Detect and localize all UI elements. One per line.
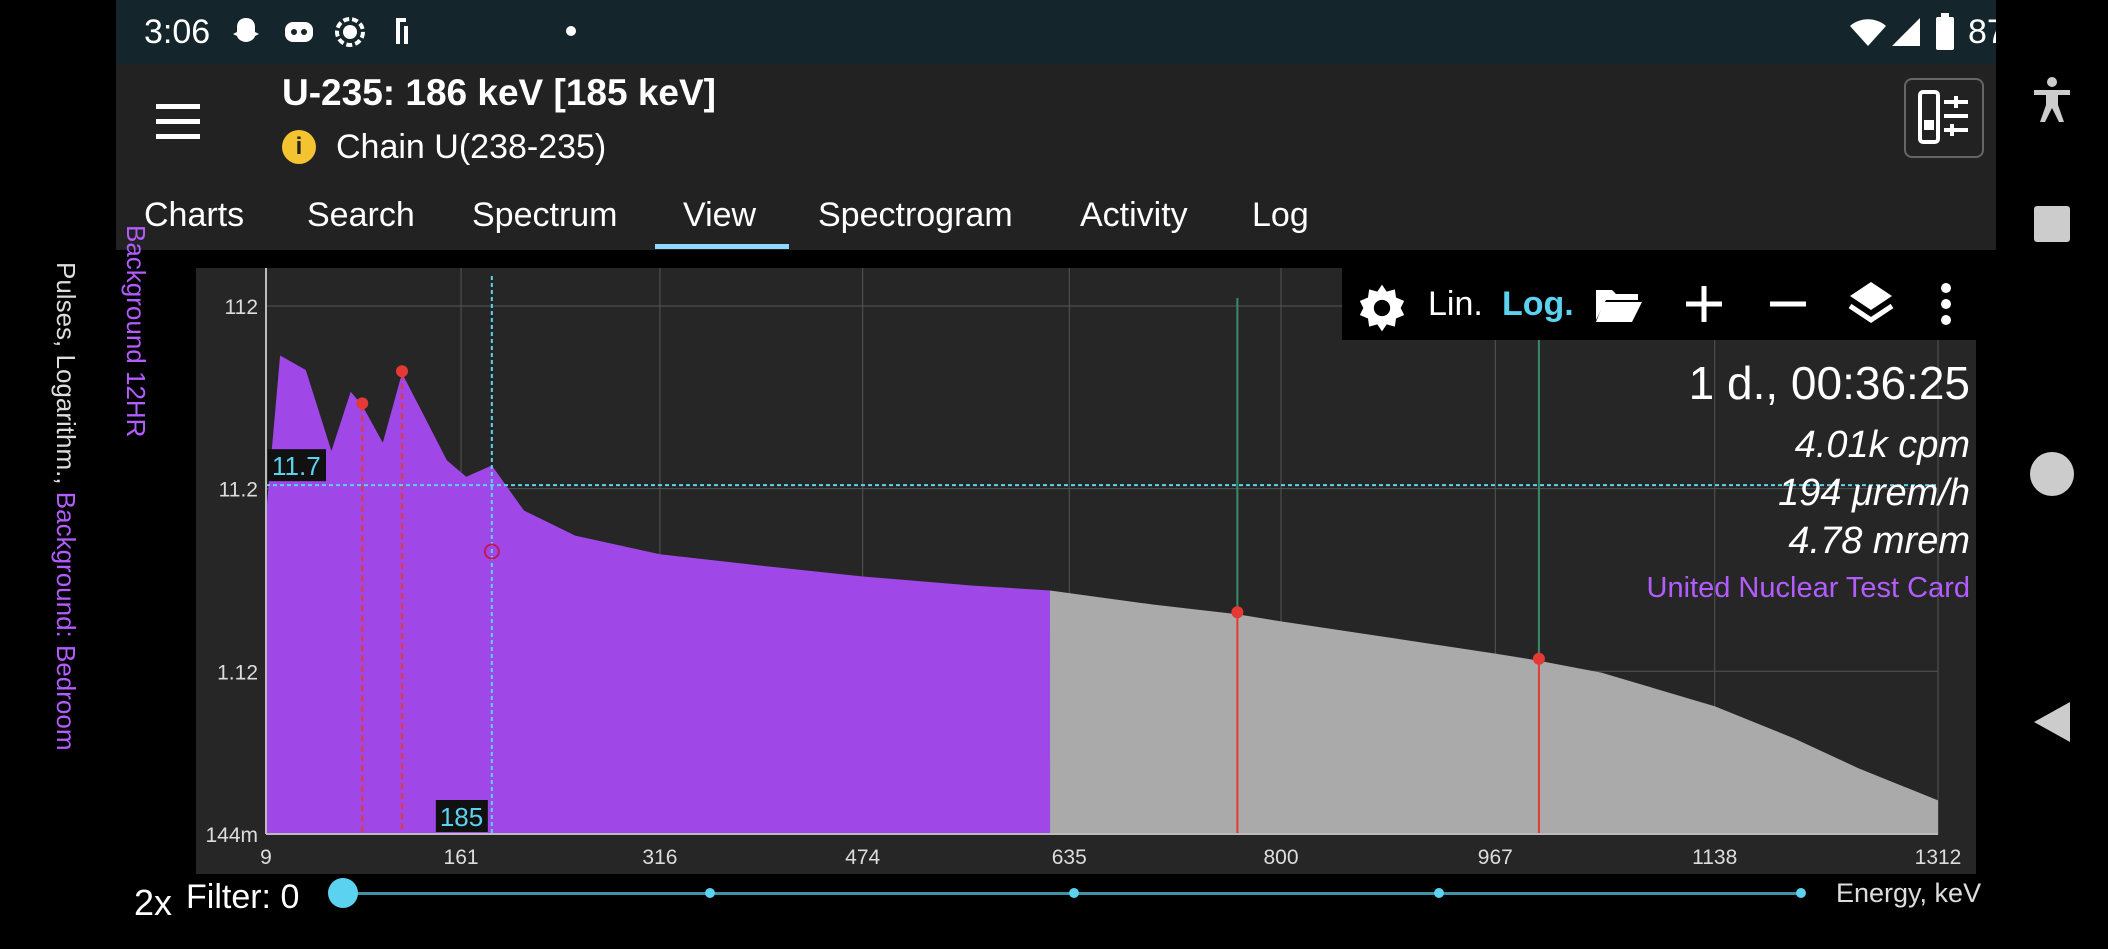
x-tick-label: 967 (1478, 846, 1513, 869)
peak-marker-dot (396, 365, 409, 378)
active-tab-indicator (655, 244, 789, 249)
wifi-icon (1848, 14, 1888, 55)
filter-slider-thumb[interactable] (328, 878, 358, 908)
tab-view[interactable]: View (683, 180, 756, 250)
tab-log[interactable]: Log (1252, 180, 1309, 250)
y-tick-label: 11.2 (219, 479, 258, 502)
back-button[interactable] (2032, 700, 2072, 749)
app-bar: U-235: 186 keV [185 keV] i Chain U(238-2… (116, 64, 1996, 180)
navigation-bar (1996, 0, 2108, 949)
x-tick-label: 9 (260, 846, 272, 869)
status-time: 3:06 (144, 13, 211, 51)
filter-slider-tick-3 (1434, 888, 1444, 898)
tab-spectrogram[interactable]: Spectrogram (818, 180, 1013, 250)
page-subtitle: Chain U(238-235) (336, 128, 607, 166)
tab-bar: Charts Search Spectrum View Spectrogram … (116, 180, 1996, 250)
cell-signal-icon (1890, 14, 1922, 55)
accumulated-dose: 4.78 mrem (1788, 520, 1970, 562)
y-axis-title: Pulses, Logarithm., Background: Bedroom (46, 262, 86, 842)
zoom-factor: 2x (134, 882, 173, 923)
more-notifications-dot (566, 26, 576, 36)
tab-search[interactable]: Search (307, 180, 415, 250)
cursor-x-label: 185 (440, 802, 483, 832)
filter-label: Filter: 0 (186, 878, 300, 916)
y-axis-title-background: Background: Bedroom (51, 491, 81, 751)
measurement-duration: 1 d., 00:36:25 (1688, 357, 1970, 409)
settings-gear-icon[interactable] (1354, 280, 1410, 332)
y-axis-title-main: Pulses, Logarithm., (51, 262, 81, 492)
cursor-y-label: 11.7 (272, 451, 321, 481)
signal-icon (332, 14, 368, 55)
dosimeter-settings-icon (1918, 90, 1968, 144)
filter-slider-tick-1 (705, 888, 715, 898)
tab-charts[interactable]: Charts (144, 180, 244, 250)
source-name: United Nuclear Test Card (1646, 572, 1970, 604)
linear-scale-button[interactable]: Lin. (1428, 268, 1483, 340)
y-tick-label: 112 (225, 296, 258, 319)
chart-toolbar: Lin. Log. (1342, 268, 1976, 340)
more-options-icon[interactable] (1938, 282, 1954, 331)
snapchat-icon (228, 14, 264, 55)
app-toolbar-button[interactable] (1904, 78, 1984, 158)
folder-open-icon[interactable] (1594, 284, 1642, 329)
x-tick-label: 1312 (1915, 846, 1962, 869)
peak-marker-dot (356, 397, 369, 410)
y-tick-label: 1.12 (217, 661, 258, 684)
zoom-out-minus-icon[interactable] (1766, 282, 1810, 331)
y-tick-label: 144m (205, 824, 258, 847)
info-icon[interactable]: i (282, 130, 316, 164)
x-axis-title: Energy, keV (1836, 878, 1982, 908)
battery-icon (1934, 12, 1956, 57)
notification-icon (392, 14, 412, 55)
recents-button[interactable] (2034, 206, 2070, 242)
count-rate: 4.01k cpm (1794, 424, 1970, 466)
tab-spectrum[interactable]: Spectrum (472, 180, 618, 250)
discord-icon (281, 14, 317, 55)
home-button[interactable] (2030, 452, 2074, 496)
filter-bar: 2x Filter: 0 Energy, keV (116, 872, 1996, 942)
x-tick-label: 635 (1052, 846, 1087, 869)
x-tick-label: 1138 (1692, 846, 1737, 869)
accessibility-icon[interactable] (2032, 76, 2072, 129)
status-bar: 3:06 87% (116, 0, 2036, 64)
y-axis-title-secondary: Background 12HR (121, 225, 151, 438)
page-title: U-235: 186 keV [185 keV] (282, 72, 716, 113)
peak-marker-dot (1231, 606, 1244, 619)
layers-icon[interactable] (1846, 278, 1896, 333)
dose-rate: 194 μrem/h (1778, 472, 1970, 514)
x-tick-label: 161 (444, 846, 479, 869)
zoom-in-plus-icon[interactable] (1682, 282, 1726, 331)
x-tick-label: 474 (845, 846, 880, 869)
tab-activity[interactable]: Activity (1080, 180, 1188, 250)
menu-icon[interactable] (156, 100, 200, 144)
x-tick-label: 800 (1263, 846, 1298, 869)
x-tick-label: 316 (642, 846, 677, 869)
peak-marker-dot (1532, 652, 1545, 665)
filter-slider-tick-2 (1069, 888, 1079, 898)
log-scale-button[interactable]: Log. (1502, 268, 1574, 340)
filter-slider-tick-4 (1796, 888, 1806, 898)
